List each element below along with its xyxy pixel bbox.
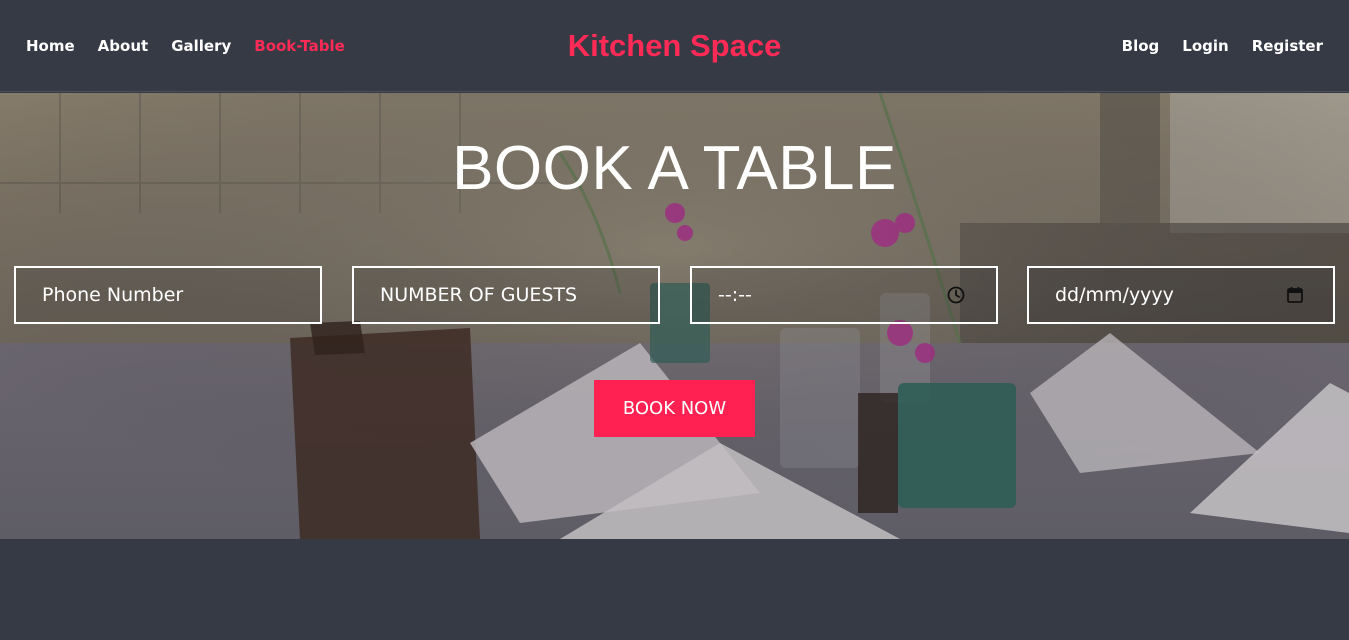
nav-login[interactable]: Login <box>1182 37 1228 55</box>
nav-right: Blog Login Register <box>1099 0 1323 92</box>
nav-left: Home About Gallery Book-Table <box>26 0 368 92</box>
brand-logo[interactable]: Kitchen Space <box>568 28 782 64</box>
nav-book-table[interactable]: Book-Table <box>254 37 345 55</box>
time-value: --:-- <box>718 284 752 306</box>
phone-number-input[interactable]: Phone Number <box>14 266 322 324</box>
nav-about[interactable]: About <box>98 37 149 55</box>
hero-section: BOOK A TABLE Phone Number NUMBER OF GUES… <box>0 93 1349 539</box>
hero-title: BOOK A TABLE <box>452 134 897 203</box>
number-of-guests-placeholder: NUMBER OF GUESTS <box>380 284 578 306</box>
clock-icon[interactable] <box>946 285 966 310</box>
book-now-button[interactable]: BOOK NOW <box>594 380 755 437</box>
date-input[interactable]: dd/mm/yyyy <box>1027 266 1335 324</box>
phone-number-placeholder: Phone Number <box>42 284 184 306</box>
number-of-guests-input[interactable]: NUMBER OF GUESTS <box>352 266 660 324</box>
date-value: dd/mm/yyyy <box>1055 284 1174 306</box>
nav-home[interactable]: Home <box>26 37 75 55</box>
nav-register[interactable]: Register <box>1252 37 1323 55</box>
nav-blog[interactable]: Blog <box>1122 37 1160 55</box>
nav-gallery[interactable]: Gallery <box>171 37 231 55</box>
navbar: Home About Gallery Book-Table Kitchen Sp… <box>0 0 1349 92</box>
calendar-icon[interactable] <box>1285 285 1305 310</box>
time-input[interactable]: --:-- <box>690 266 998 324</box>
